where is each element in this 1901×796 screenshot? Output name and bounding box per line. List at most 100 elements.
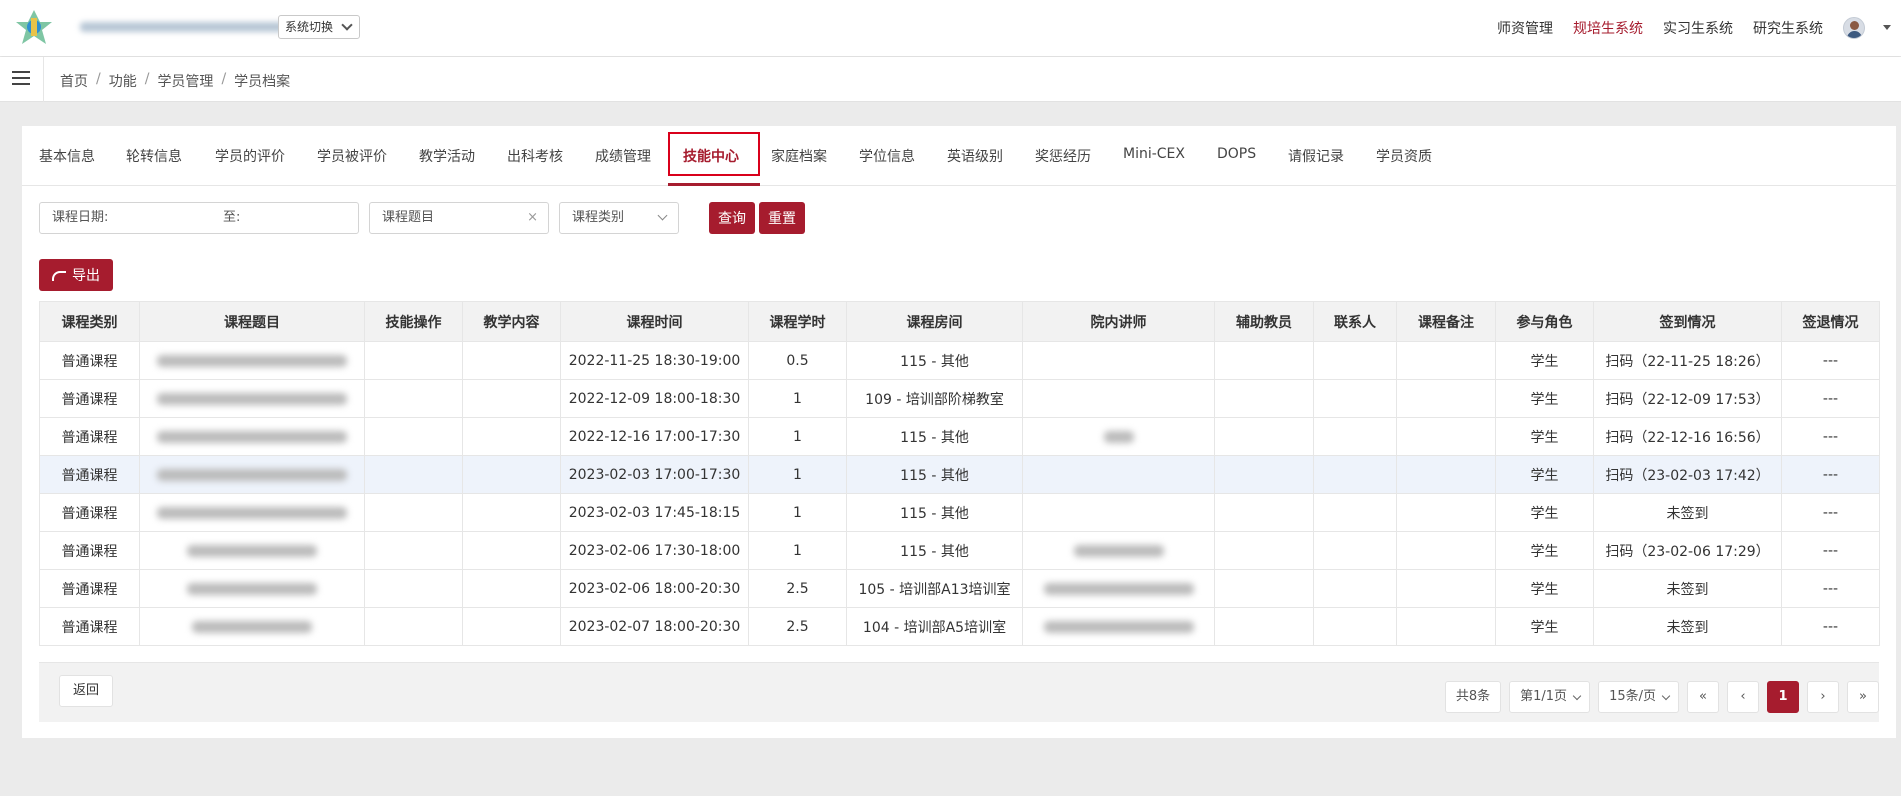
redacted-text — [1043, 582, 1194, 595]
tab-english-level[interactable]: 英语级别 — [947, 146, 1003, 166]
contact-cell — [1313, 379, 1397, 418]
system-switch-select[interactable]: 系统切换 — [278, 15, 361, 39]
hours-cell: 2.5 — [748, 607, 847, 646]
tab-family-archive[interactable]: 家庭档案 — [771, 146, 827, 166]
nav-teacher-management[interactable]: 师资管理 — [1497, 18, 1553, 38]
caret-down-icon[interactable] — [1883, 25, 1891, 30]
role-cell: 学生 — [1495, 455, 1594, 494]
page-select[interactable]: 第1/1页 — [1509, 681, 1591, 713]
tab-rotation-info[interactable]: 轮转信息 — [126, 146, 182, 166]
breadcrumb-separator: / — [144, 71, 150, 87]
export-button[interactable]: 导出 — [39, 259, 113, 291]
tab-degree-info[interactable]: 学位信息 — [859, 146, 915, 166]
table-row[interactable]: 普通课程 2022-11-25 18:30-19:00 0.5 115 - 其他… — [39, 341, 1880, 380]
first-page-button[interactable]: « — [1687, 681, 1719, 713]
page-size-select[interactable]: 15条/页 — [1598, 681, 1679, 713]
remark-cell — [1396, 455, 1496, 494]
contact-cell — [1313, 417, 1397, 456]
breadcrumb-student-management[interactable]: 学员管理 — [157, 71, 213, 91]
share-icon — [52, 271, 66, 281]
redacted-text — [192, 620, 312, 633]
tab-student-evaluated[interactable]: 学员被评价 — [317, 146, 387, 166]
remark-cell — [1396, 341, 1496, 380]
lecturer-cell — [1022, 341, 1215, 380]
tab-grades[interactable]: 成绩管理 — [595, 146, 651, 166]
hours-cell: 1 — [748, 531, 847, 570]
nav-intern-system[interactable]: 实习生系统 — [1663, 18, 1733, 38]
tab-student-qualifications[interactable]: 学员资质 — [1376, 146, 1432, 166]
topic-cell — [139, 341, 365, 380]
time-cell: 2022-12-09 18:00-18:30 — [560, 379, 749, 418]
tab-student-evaluations[interactable]: 学员的评价 — [215, 146, 285, 166]
next-page-button[interactable]: › — [1807, 681, 1839, 713]
category-cell: 普通课程 — [39, 531, 140, 570]
time-cell: 2023-02-03 17:45-18:15 — [560, 493, 749, 532]
last-page-button[interactable]: » — [1847, 681, 1879, 713]
tab-bar: 基本信息 轮转信息 学员的评价 学员被评价 教学活动 出科考核 成绩管理 技能中… — [22, 126, 1896, 186]
role-cell: 学生 — [1495, 569, 1594, 608]
nav-graduate-system[interactable]: 研究生系统 — [1753, 18, 1823, 38]
signin-cell: 未签到 — [1593, 607, 1782, 646]
skill-cell — [364, 531, 463, 570]
query-button[interactable]: 查询 — [709, 202, 755, 234]
column-header: 联系人 — [1313, 301, 1397, 342]
tab-mini-cex[interactable]: Mini-CEX — [1123, 146, 1185, 162]
breadcrumb-function[interactable]: 功能 — [109, 71, 137, 91]
back-button[interactable]: 返回 — [59, 675, 113, 707]
column-header: 院内讲师 — [1022, 301, 1215, 342]
clear-icon[interactable]: × — [527, 203, 538, 233]
tab-exit-exams[interactable]: 出科考核 — [507, 146, 563, 166]
tab-leave-records[interactable]: 请假记录 — [1288, 146, 1344, 166]
date-range-input[interactable]: 课程日期: 至: — [39, 202, 359, 234]
assistant-cell — [1214, 417, 1314, 456]
menu-toggle-icon[interactable] — [12, 71, 30, 87]
nav-resident-system[interactable]: 规培生系统 — [1573, 18, 1643, 38]
signout-cell: --- — [1781, 341, 1880, 380]
tab-dops[interactable]: DOPS — [1217, 146, 1256, 162]
assistant-cell — [1214, 341, 1314, 380]
time-cell: 2023-02-07 18:00-20:30 — [560, 607, 749, 646]
time-cell: 2022-12-16 17:00-17:30 — [560, 417, 749, 456]
table-row[interactable]: 普通课程 2022-12-09 18:00-18:30 1 109 - 培训部阶… — [39, 379, 1880, 418]
assistant-cell — [1214, 379, 1314, 418]
avatar[interactable] — [1843, 17, 1865, 39]
room-cell: 115 - 其他 — [846, 341, 1023, 380]
table-row[interactable]: 普通课程 2023-02-03 17:45-18:15 1 115 - 其他 学… — [39, 493, 1880, 532]
category-cell: 普通课程 — [39, 341, 140, 380]
total-count: 共8条 — [1444, 681, 1502, 713]
assistant-cell — [1214, 569, 1314, 608]
skill-cell — [364, 379, 463, 418]
column-header: 课程学时 — [748, 301, 847, 342]
table-row[interactable]: 普通课程 2023-02-03 17:00-17:30 1 115 - 其他 学… — [39, 455, 1880, 494]
content-cell — [462, 493, 561, 532]
breadcrumb-home[interactable]: 首页 — [60, 71, 88, 91]
room-cell: 105 - 培训部A13培训室 — [846, 569, 1023, 608]
skill-cell — [364, 569, 463, 608]
table-footer: 返回 共8条 第1/1页 15条/页 « ‹ 1 › » — [39, 662, 1879, 722]
main-panel: 基本信息 轮转信息 学员的评价 学员被评价 教学活动 出科考核 成绩管理 技能中… — [22, 126, 1896, 738]
table-row[interactable]: 普通课程 2022-12-16 17:00-17:30 1 115 - 其他 学… — [39, 417, 1880, 456]
redacted-text — [187, 582, 317, 595]
signin-cell: 未签到 — [1593, 493, 1782, 532]
prev-page-button[interactable]: ‹ — [1727, 681, 1759, 713]
signout-cell: --- — [1781, 607, 1880, 646]
course-topic-input[interactable]: 课程题目 × — [369, 202, 549, 234]
contact-cell — [1313, 607, 1397, 646]
column-header: 课程备注 — [1396, 301, 1496, 342]
lecturer-cell — [1022, 607, 1215, 646]
signout-cell: --- — [1781, 379, 1880, 418]
redacted-text — [157, 354, 347, 367]
assistant-cell — [1214, 493, 1314, 532]
table-row[interactable]: 普通课程 2023-02-06 17:30-18:00 1 115 - 其他 学… — [39, 531, 1880, 570]
room-cell: 115 - 其他 — [846, 493, 1023, 532]
reset-button[interactable]: 重置 — [759, 202, 805, 234]
current-page-button[interactable]: 1 — [1767, 681, 1799, 713]
tab-teaching-activities[interactable]: 教学活动 — [419, 146, 475, 166]
tab-rewards-punishments[interactable]: 奖惩经历 — [1035, 146, 1091, 166]
table-row[interactable]: 普通课程 2023-02-06 18:00-20:30 2.5 105 - 培训… — [39, 569, 1880, 608]
role-cell: 学生 — [1495, 341, 1594, 380]
tab-basic-info[interactable]: 基本信息 — [39, 146, 95, 166]
redacted-text — [157, 468, 347, 481]
course-category-select[interactable]: 课程类别 — [559, 202, 679, 234]
table-row[interactable]: 普通课程 2023-02-07 18:00-20:30 2.5 104 - 培训… — [39, 607, 1880, 646]
